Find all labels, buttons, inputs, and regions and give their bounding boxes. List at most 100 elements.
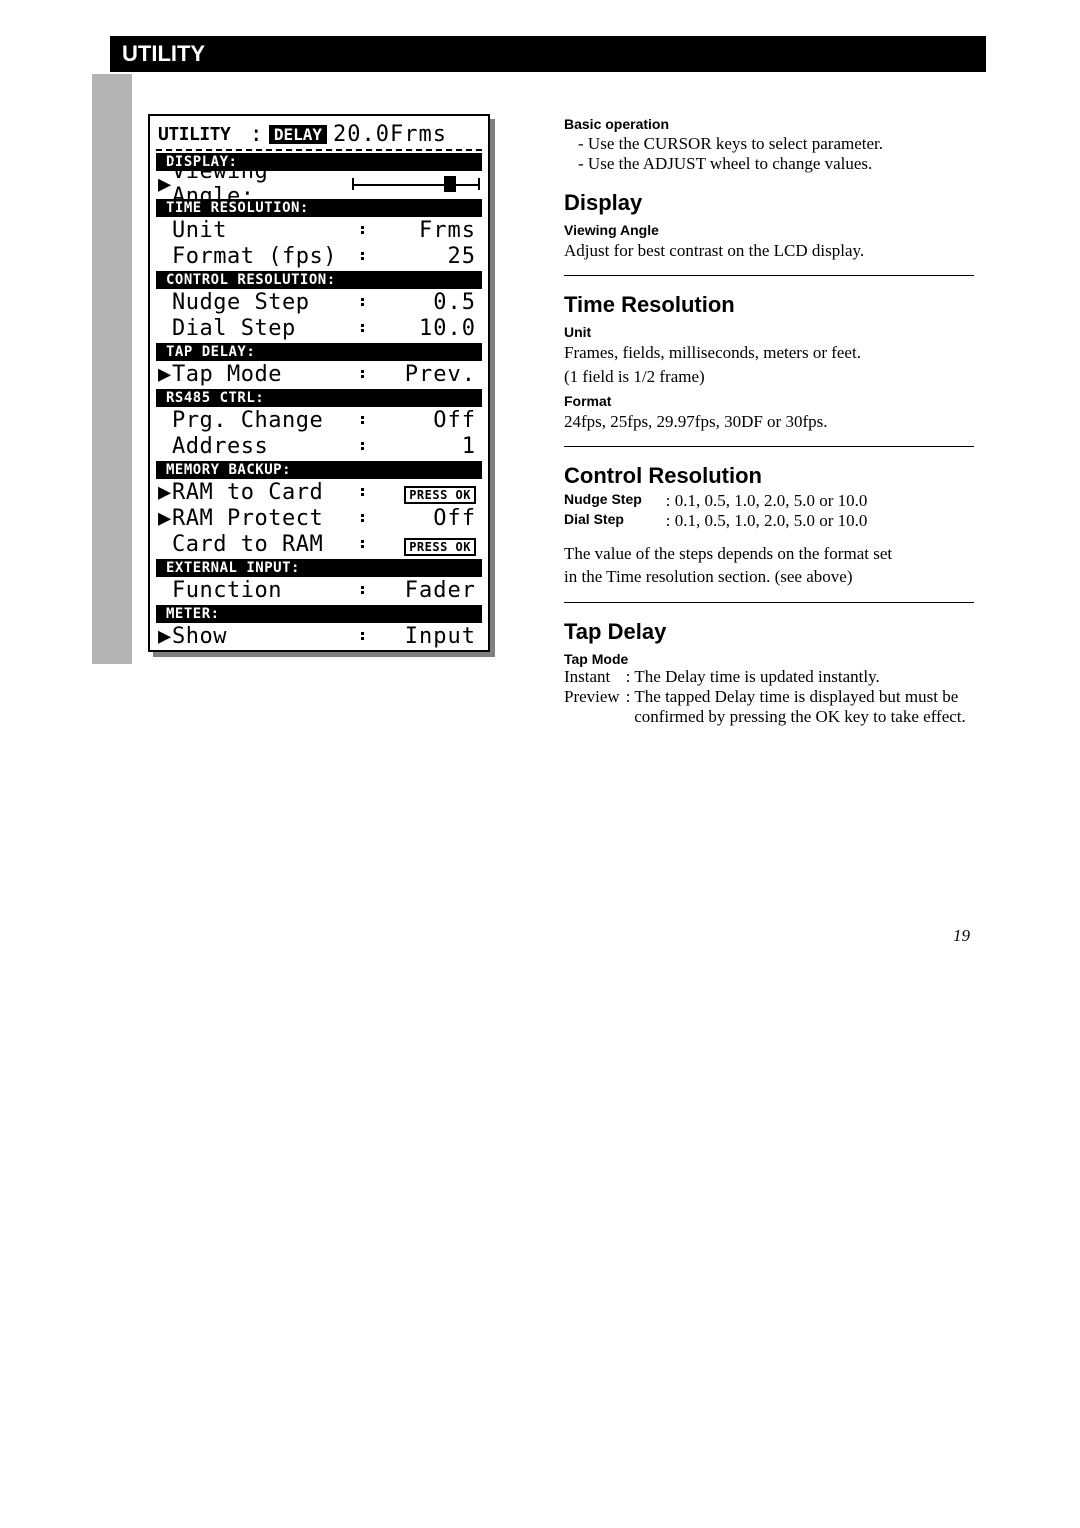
lcd-section-header: MEMORY BACKUP: [156, 461, 482, 479]
basic-op-heading: Basic operation [564, 116, 974, 132]
td-v0: : The Delay time is updated instantly. [626, 667, 972, 687]
lcd-row-label: Tap Mode [172, 362, 352, 387]
lcd-row[interactable]: Format (fps) 25 [156, 243, 482, 269]
lcd-row-value: Input [372, 624, 480, 649]
viewing-angle-slider[interactable] [352, 174, 480, 194]
lcd-row-value: 1 [372, 434, 480, 459]
lcd-colon [352, 368, 372, 380]
cursor-arrow-icon: ▶ [158, 172, 172, 197]
display-text: Adjust for best contrast on the LCD disp… [564, 240, 974, 261]
rule [564, 602, 974, 603]
lcd-row-value: PRESS OK [372, 480, 480, 505]
lcd-row-value: 25 [372, 244, 480, 269]
press-ok-badge[interactable]: PRESS OK [404, 486, 476, 504]
slider-knob[interactable] [444, 176, 456, 192]
lcd-row[interactable]: ▶RAM ProtectOff [156, 505, 482, 531]
lcd-row[interactable]: ▶RAM to Card PRESS OK [156, 479, 482, 505]
lcd-section-header: CONTROL RESOLUTION: [156, 271, 482, 289]
lcd-colon [352, 250, 372, 262]
cursor-arrow-icon: ▶ [158, 480, 172, 505]
lcd-row-value: 0.5 [372, 290, 480, 315]
td-k2 [564, 707, 626, 727]
ctrlres-v1: : 0.1, 0.5, 1.0, 2.0, 5.0 or 10.0 [666, 511, 874, 531]
lcd-delay-value: 20.0Frms [333, 122, 447, 147]
lcd-colon [352, 512, 372, 524]
lcd-section-header: RS485 CTRL: [156, 389, 482, 407]
lcd-colon [352, 224, 372, 236]
ctrlres-k0: Nudge Step [564, 491, 666, 511]
cursor-arrow-icon: ▶ [158, 624, 172, 649]
timeres-unit-text2: (1 field is 1/2 frame) [564, 366, 974, 387]
lcd-row-label: RAM Protect [172, 506, 352, 531]
lcd-row[interactable]: Prg. Change Off [156, 407, 482, 433]
tapdelay-sub: Tap Mode [564, 651, 974, 667]
timeres-unit-sub: Unit [564, 324, 974, 340]
lcd-row-label: Show [172, 624, 352, 649]
lcd-delay-badge: DELAY [269, 125, 327, 144]
td-v2: confirmed by pressing the OK key to take… [626, 707, 972, 727]
lcd-colon [352, 486, 372, 498]
lcd-title: UTILITY [158, 124, 230, 145]
lcd-section-header: METER: [156, 605, 482, 623]
lcd-colon [352, 414, 372, 426]
lcd-row-value: Frms [372, 218, 480, 243]
tapdelay-table: Instant : The Delay time is updated inst… [564, 667, 972, 727]
lcd-row-value: 10.0 [372, 316, 480, 341]
lcd-titlebar: UTILITY : DELAY 20.0Frms [156, 120, 482, 151]
lcd-row[interactable]: Address 1 [156, 433, 482, 459]
lcd-row-label: Format (fps) [172, 244, 352, 269]
display-sub: Viewing Angle [564, 222, 974, 238]
rule [564, 446, 974, 447]
doc-text-column: Basic operation Use the CURSOR keys to s… [564, 116, 974, 727]
ctrlres-note2: in the Time resolution section. (see abo… [564, 566, 974, 587]
cursor-arrow-icon: ▶ [158, 362, 172, 387]
ctrlres-table: Nudge Step : 0.1, 0.5, 1.0, 2.0, 5.0 or … [564, 491, 873, 531]
lcd-colon [352, 584, 372, 596]
lcd-row-label: Card to RAM [172, 532, 352, 557]
lcd-section-header: TAP DELAY: [156, 343, 482, 361]
display-heading: Display [564, 190, 974, 216]
lcd-colon [352, 322, 372, 334]
tapdelay-heading: Tap Delay [564, 619, 974, 645]
lcd-display: UTILITY : DELAY 20.0Frms DISPLAY:▶Viewin… [148, 114, 490, 652]
lcd-separator: : [236, 122, 263, 147]
lcd-row[interactable]: Nudge Step0.5 [156, 289, 482, 315]
lcd-row-label: Unit [172, 218, 352, 243]
rule [564, 275, 974, 276]
lcd-row[interactable]: Dial Step 10.0 [156, 315, 482, 341]
lcd-colon [352, 538, 372, 550]
basic-op-list: Use the CURSOR keys to select parameter.… [564, 134, 974, 174]
page-header: UTILITY [110, 36, 986, 72]
lcd-row[interactable]: ▶Viewing Angle: [156, 171, 482, 197]
lcd-row-label: Prg. Change [172, 408, 352, 433]
lcd-row-label: Dial Step [172, 316, 352, 341]
timeres-heading: Time Resolution [564, 292, 974, 318]
lcd-row-label: RAM to Card [172, 480, 352, 505]
lcd-row-value: Off [372, 408, 480, 433]
list-item: Use the CURSOR keys to select parameter. [578, 134, 974, 154]
lcd-row[interactable]: ▶Show Input [156, 623, 482, 649]
list-item: Use the ADJUST wheel to change values. [578, 154, 974, 174]
lcd-row[interactable]: ▶Tap ModePrev. [156, 361, 482, 387]
td-k1: Preview [564, 687, 626, 707]
lcd-row[interactable]: FunctionFader [156, 577, 482, 603]
lcd-row[interactable]: Unit Frms [156, 217, 482, 243]
lcd-colon [352, 440, 372, 452]
lcd-row-value: PRESS OK [372, 532, 480, 557]
lcd-colon [352, 630, 372, 642]
press-ok-badge[interactable]: PRESS OK [404, 538, 476, 556]
timeres-unit-text1: Frames, fields, milliseconds, meters or … [564, 342, 974, 363]
ctrlres-heading: Control Resolution [564, 463, 974, 489]
page-number: 19 [953, 926, 970, 946]
lcd-section-header: EXTERNAL INPUT: [156, 559, 482, 577]
ctrlres-note1: The value of the steps depends on the fo… [564, 543, 974, 564]
lcd-row-label: Address [172, 434, 352, 459]
lcd-colon [352, 296, 372, 308]
lcd-row-value: Off [372, 506, 480, 531]
lcd-row-value: Fader [372, 578, 480, 603]
timeres-format-text: 24fps, 25fps, 29.97fps, 30DF or 30fps. [564, 411, 974, 432]
lcd-row[interactable]: Card to RAM PRESS OK [156, 531, 482, 557]
left-grey-margin [92, 74, 132, 664]
td-v1: : The tapped Delay time is displayed but… [626, 687, 972, 707]
ctrlres-v0: : 0.1, 0.5, 1.0, 2.0, 5.0 or 10.0 [666, 491, 874, 511]
